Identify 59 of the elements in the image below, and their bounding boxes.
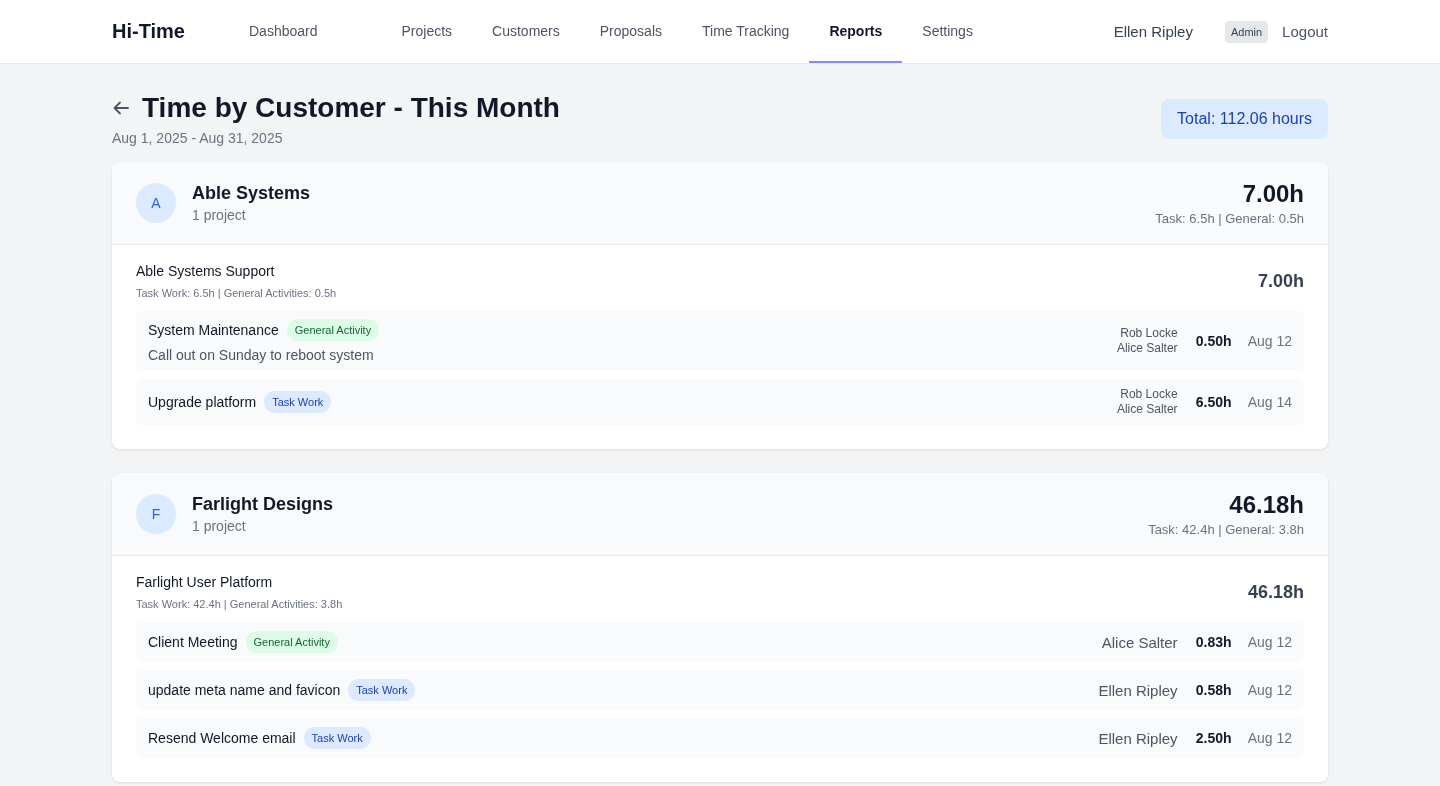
- entry-hours: 0.83h: [1194, 634, 1232, 650]
- project-breakdown: Task Work: 42.4h | General Activities: 3.8h: [136, 598, 343, 610]
- person-name: Rob Locke: [1120, 387, 1178, 402]
- person-name: Alice Salter: [1101, 633, 1178, 651]
- nav-tab[interactable]: Dashboard: [229, 0, 338, 63]
- project-hours: 7.00h: [1257, 270, 1304, 292]
- nav-tab[interactable]: Settings: [902, 0, 993, 63]
- project-breakdown: Task Work: 6.5h | General Activities: 0.5h: [136, 287, 337, 299]
- entry-type-tag: Task Work: [303, 727, 371, 749]
- entry-title: Upgrade platform: [148, 394, 257, 410]
- person-name: Alice Salter: [1116, 402, 1178, 417]
- user-name: Ellen Ripley: [1113, 23, 1193, 40]
- entry-date: Aug 12: [1247, 682, 1292, 698]
- total-badge: Total: 112.06 hours: [1161, 99, 1328, 139]
- customer-hours: 46.18h: [1228, 491, 1304, 519]
- entry-note: Call out on Sunday to reboot system: [148, 347, 375, 363]
- entry-date: Aug 12: [1247, 730, 1292, 746]
- customer-hours: 7.00h: [1241, 180, 1304, 208]
- project-hours: 46.18h: [1247, 581, 1304, 603]
- person-name: Ellen Ripley: [1098, 729, 1178, 747]
- entry-type-tag: Task Work: [348, 679, 416, 701]
- entry-type-tag: General Activity: [286, 319, 380, 341]
- person-name: Rob Locke: [1120, 326, 1178, 341]
- project-name: Able Systems Support: [136, 263, 276, 279]
- hours-breakdown: Task: 42.4h | General: 3.8h: [1148, 522, 1304, 537]
- entry-hours: 2.50h: [1194, 730, 1232, 746]
- project-count: 1 project: [192, 207, 247, 223]
- nav-tab[interactable]: Proposals: [579, 0, 682, 63]
- nav-tab[interactable]: Time Tracking: [682, 0, 810, 63]
- entry-type-tag: Task Work: [264, 391, 332, 413]
- entry-date: Aug 12: [1247, 634, 1292, 650]
- entry-type-tag: General Activity: [245, 631, 338, 653]
- back-arrow-icon[interactable]: [112, 99, 130, 117]
- hours-breakdown: Task: 6.5h | General: 0.5h: [1155, 211, 1304, 226]
- entry-hours: 0.50h: [1194, 333, 1232, 349]
- project-count: 1 project: [192, 518, 247, 534]
- logout-link[interactable]: Logout: [1282, 23, 1328, 40]
- entry-date: Aug 14: [1247, 394, 1292, 410]
- customer-name: Able Systems: [192, 183, 311, 204]
- entry-title: System Maintenance: [148, 322, 279, 338]
- customer-avatar: A: [136, 183, 176, 223]
- entry-date: Aug 12: [1247, 333, 1292, 349]
- entry-hours: 0.58h: [1194, 682, 1232, 698]
- page-title: Time by Customer - This Month: [142, 92, 560, 124]
- customer-avatar: F: [136, 494, 176, 534]
- project-name: Farlight User Platform: [136, 574, 274, 590]
- entry-title: Resend Welcome email: [148, 730, 296, 746]
- customer-name: Farlight Designs: [192, 494, 334, 515]
- entry-title: update meta name and favicon: [148, 682, 341, 698]
- role-badge: Admin: [1224, 20, 1269, 43]
- nav-tab[interactable]: Reports: [809, 0, 903, 63]
- nav-tab[interactable]: Projects: [381, 0, 473, 63]
- nav-tab[interactable]: Customers: [472, 0, 580, 63]
- person-name: Ellen Ripley: [1098, 681, 1178, 699]
- person-name: Alice Salter: [1116, 341, 1178, 356]
- entry-hours: 6.50h: [1194, 394, 1232, 410]
- entry-title: Client Meeting: [148, 634, 238, 650]
- brand-logo[interactable]: Hi-Time: [112, 20, 185, 43]
- date-range: Aug 1, 2025 - Aug 31, 2025: [112, 130, 284, 146]
